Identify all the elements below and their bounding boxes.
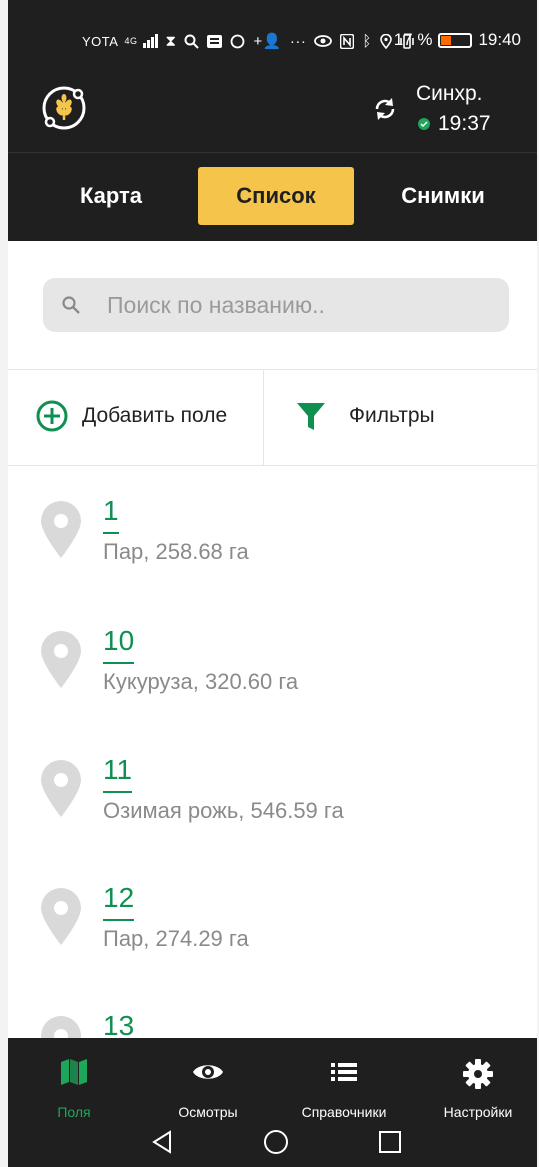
status-left: YOTA 4G ⧗ +👤 ··· ᛒ [82,32,414,50]
bluetooth-icon: ᛒ [362,32,372,50]
home-icon[interactable] [263,1129,289,1155]
search-input[interactable] [105,290,469,320]
carrier-label: YOTA [82,33,119,49]
sync-title: Синхр. [416,82,483,105]
field-description: Пар, 258.68 га [103,539,249,564]
nav-fields-label: Поля [57,1104,91,1120]
field-name[interactable]: 1 [103,495,119,534]
app-logo-icon [42,86,86,130]
list-item[interactable]: 12 Пар, 274.29 га [8,882,537,1002]
map-icon [61,1059,87,1085]
add-field-button[interactable]: Добавить поле [36,400,227,432]
filters-button[interactable]: Фильтры [295,400,435,432]
view-tabs: Карта Список Снимки [8,153,537,241]
system-nav-bar [8,1122,537,1167]
location-pin-icon [41,631,81,688]
recents-icon[interactable] [379,1131,401,1153]
battery-fill [441,35,452,45]
status-bar: YOTA 4G ⧗ +👤 ··· ᛒ 17 % 19:40 [8,0,537,72]
battery-percent: 17 % [393,30,433,49]
field-name[interactable]: 11 [103,754,133,793]
more-icon: ··· [289,32,307,50]
location-status-icon [380,33,392,49]
clock: 19:40 [478,30,521,49]
hourglass-icon: ⧗ [165,32,177,50]
notification-icons: ⧗ +👤 ··· ᛒ [165,32,414,50]
list-icon [331,1063,357,1081]
eye-icon [193,1065,223,1079]
add-circle-icon [36,400,68,432]
location-pin-icon [41,888,81,945]
location-pin-icon [41,501,81,558]
sync-icon[interactable] [370,94,400,124]
list-item[interactable]: 10 Кукуруза, 320.60 га [8,625,537,745]
search-status-icon [184,34,200,49]
field-description: Пар, 274.29 га [103,926,249,951]
tab-map[interactable]: Карта [46,167,176,225]
field-description: Озимая рожь, 546.59 га [103,798,344,823]
nav-inspections-label: Осмотры [178,1104,238,1120]
viber-icon [231,34,245,48]
action-divider [263,370,264,465]
add-contact-icon: +👤 [253,33,282,50]
tab-photos[interactable]: Снимки [378,167,508,225]
battery-icon [438,32,473,48]
search-icon [62,296,80,314]
add-field-label: Добавить поле [82,404,228,427]
nfc-icon [340,33,355,49]
backdrop-left [0,0,8,1167]
nav-references-label: Справочники [301,1104,387,1120]
network-label: 4G [124,36,138,46]
search-bar[interactable] [43,278,509,332]
action-row: Добавить поле Фильтры [8,369,537,466]
tab-list[interactable]: Список [198,167,354,225]
field-name[interactable]: 10 [103,625,135,664]
sync-status: 19:37 [418,112,491,136]
back-icon[interactable] [150,1130,174,1154]
list-item[interactable]: 11 Озимая рожь, 546.59 га [8,754,537,874]
phone-screen: YOTA 4G ⧗ +👤 ··· ᛒ 17 % 19:40 Синхр. 19:… [8,0,537,1167]
gear-icon [463,1059,493,1089]
field-name[interactable]: 12 [103,882,135,921]
filter-icon [297,403,325,430]
sync-time: 19:37 [438,112,491,135]
app-header: Синхр. 19:37 [8,72,537,153]
list-item[interactable]: 1 Пар, 258.68 га [8,495,537,615]
message-icon [207,34,223,48]
location-pin-icon [41,760,81,817]
signal-icon [143,34,159,48]
status-right: 17 % 19:40 [394,30,521,50]
filters-label: Фильтры [349,404,435,427]
sync-ok-icon [418,118,430,130]
nav-settings-label: Настройки [443,1104,513,1120]
eye-status-icon [314,35,333,47]
bottom-nav: Поля Осмотры Справочники Настройки [8,1038,537,1167]
field-description: Кукуруза, 320.60 га [103,669,299,694]
